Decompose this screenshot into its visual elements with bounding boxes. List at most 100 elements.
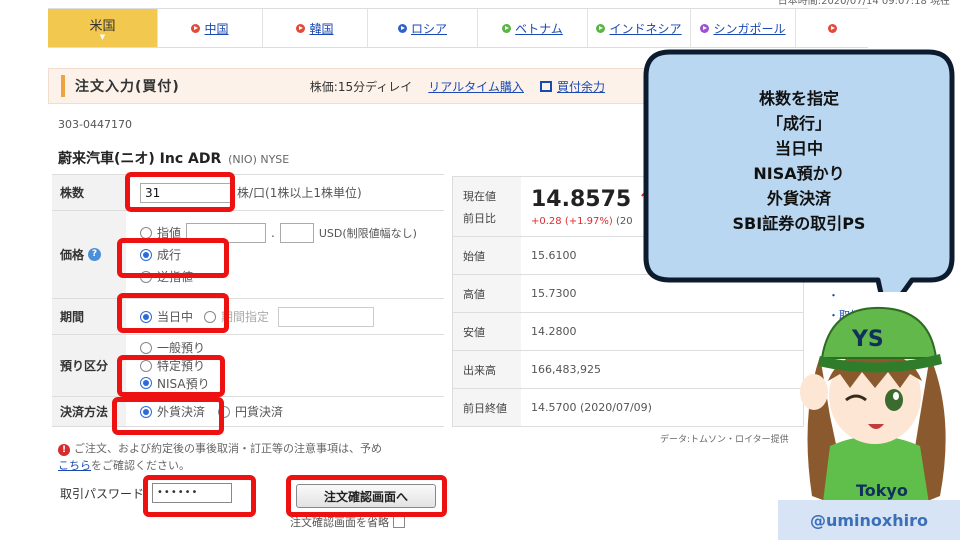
volume-value: 166,483,925 bbox=[531, 363, 601, 376]
highlight-market bbox=[117, 238, 229, 278]
price-label: 価格 bbox=[60, 248, 85, 262]
highlight-shares bbox=[125, 172, 235, 212]
bubble-line: 株数を指定 bbox=[758, 89, 839, 108]
notice-link[interactable]: こちら bbox=[58, 459, 91, 472]
stock-ticker: (NIO) NYSE bbox=[228, 153, 290, 166]
tab-link[interactable]: 中国 bbox=[204, 20, 228, 37]
settlement-row: 決済方法 外貨決済 円貨決済 bbox=[52, 397, 444, 427]
tab-russia[interactable]: ロシア bbox=[368, 9, 478, 47]
change-value: +0.28 bbox=[531, 215, 562, 227]
tab-vietnam[interactable]: ベトナム bbox=[478, 9, 588, 47]
highlight-confirm bbox=[286, 475, 447, 517]
prev-close-value: 14.5700 (2020/07/09) bbox=[531, 401, 652, 414]
arrow-bullet-icon bbox=[827, 23, 837, 33]
password-label: 取引パスワード bbox=[60, 486, 145, 501]
stock-title: 蔚来汽車(ニオ) Inc ADR bbox=[58, 151, 222, 167]
limit-price-dec-input[interactable] bbox=[279, 222, 314, 243]
mascot-illustration: Tokyo YS bbox=[790, 296, 960, 510]
bubble-line: 当日中 bbox=[774, 139, 823, 158]
author-handle: @uminoxhiro bbox=[778, 500, 960, 540]
tab-link[interactable]: インドネシア bbox=[609, 20, 681, 37]
low-label: 安値 bbox=[453, 313, 521, 350]
price-row: 価格 ? 指値 . USD(制限値幅なし) 成行 逆指値 bbox=[52, 211, 444, 299]
current-price: 14.8575 bbox=[531, 186, 632, 212]
price-unit: USD(制限値幅なし) bbox=[318, 226, 417, 240]
decimal-point: . bbox=[271, 225, 275, 240]
bubble-line: 「成行」 bbox=[766, 114, 831, 133]
bubble-line: NISA預かり bbox=[753, 164, 845, 183]
tab-more[interactable] bbox=[796, 9, 868, 47]
buying-power-link[interactable]: 買付余力 bbox=[557, 78, 605, 95]
prev-close-label: 前日終値 bbox=[453, 389, 521, 426]
data-source: データ:トムソン・ロイター提供 bbox=[660, 435, 789, 445]
tab-link[interactable]: シンガポール bbox=[713, 20, 785, 37]
low-value: 14.2800 bbox=[531, 325, 577, 338]
highlight-foreign bbox=[112, 397, 224, 435]
realtime-buy-link[interactable]: リアルタイム購入 bbox=[428, 78, 524, 95]
highlight-today bbox=[117, 293, 229, 333]
order-form: 株数 31 株/口(1株以上1株単位) 価格 ? 指値 . USD(制限値幅なし… bbox=[52, 174, 444, 427]
tab-link[interactable]: 韓国 bbox=[309, 20, 333, 37]
quote-row-prev-close: 前日終値 14.5700 (2020/07/09) bbox=[453, 389, 803, 427]
arrow-bullet-icon bbox=[700, 23, 710, 33]
radio-limit[interactable] bbox=[140, 226, 152, 239]
change-time: (20 bbox=[615, 215, 633, 227]
general-label: 一般預り bbox=[157, 341, 206, 356]
current-price-label: 現在値 bbox=[463, 189, 496, 203]
tab-link[interactable]: ロシア bbox=[411, 20, 447, 37]
speech-bubble: 株数を指定 「成行」 当日中 NISA預かり 外貨決済 SBI証券の取引PS bbox=[640, 48, 958, 292]
help-icon[interactable]: ? bbox=[88, 248, 102, 261]
tab-us[interactable]: 米国 ▼ bbox=[48, 9, 158, 47]
tab-link[interactable]: ベトナム bbox=[515, 20, 563, 37]
open-label: 始値 bbox=[453, 237, 521, 274]
price-label-cell: 価格 ? bbox=[52, 211, 126, 298]
cap-badge-text: YS bbox=[851, 327, 884, 352]
period-date-input[interactable] bbox=[278, 306, 375, 327]
order-notice: ! ご注文、および約定後の事後取消・訂正等の注意事項は、予め こちらをご確認くださ… bbox=[58, 440, 438, 474]
arrow-bullet-icon bbox=[596, 23, 606, 33]
account-label: 預り区分 bbox=[52, 335, 126, 396]
server-time: 日本時間:2020/07/14 09:07:18 現在 bbox=[777, 0, 950, 7]
bubble-text: 株数を指定 「成行」 当日中 NISA預かり 外貨決済 SBI証券の取引PS bbox=[640, 86, 958, 236]
shares-unit: 株/口(1株以上1株単位) bbox=[237, 186, 362, 200]
tab-label: 米国 bbox=[89, 19, 116, 34]
account-code: 303-0447170 bbox=[58, 118, 132, 131]
skip-confirm-checkbox[interactable] bbox=[393, 516, 405, 528]
yen-label: 円貨決済 bbox=[235, 405, 284, 419]
period-label: 期間 bbox=[52, 299, 126, 334]
delay-note: 株価:15分ディレイ bbox=[309, 79, 413, 94]
quote-row-volume: 出来高 166,483,925 bbox=[453, 351, 803, 389]
arrow-bullet-icon bbox=[502, 23, 512, 33]
arrow-bullet-icon bbox=[397, 23, 407, 33]
tab-china[interactable]: 中国 bbox=[158, 9, 263, 47]
market-tabs: 米国 ▼ 中国 韓国 ロシア ベトナム インドネシア シンガポール bbox=[48, 8, 868, 48]
caret-down-icon: ▼ bbox=[99, 33, 106, 41]
bubble-line: SBI証券の取引PS bbox=[732, 214, 866, 233]
tab-korea[interactable]: 韓国 bbox=[263, 9, 368, 47]
shares-row: 株数 31 株/口(1株以上1株単位) bbox=[52, 175, 444, 211]
account-row: 預り区分 一般預り 特定預り NISA預り bbox=[52, 335, 444, 397]
highlight-password bbox=[143, 475, 256, 517]
quote-row-low: 安値 14.2800 bbox=[453, 313, 803, 351]
window-icon bbox=[539, 80, 552, 92]
notice-text-tail: をご確認ください。 bbox=[91, 459, 190, 472]
shares-label: 株数 bbox=[52, 175, 126, 210]
volume-label: 出来高 bbox=[453, 351, 521, 388]
stock-name: 蔚来汽車(ニオ) Inc ADR (NIO) NYSE bbox=[58, 148, 289, 168]
warning-icon: ! bbox=[58, 444, 70, 456]
arrow-bullet-icon bbox=[296, 23, 306, 33]
arrow-bullet-icon bbox=[191, 23, 201, 33]
high-label: 高値 bbox=[453, 275, 521, 312]
header-accent-bar bbox=[61, 75, 65, 97]
change-percent: (+1.97%) bbox=[564, 215, 613, 227]
shirt-text: Tokyo bbox=[856, 481, 908, 500]
tab-singapore[interactable]: シンガポール bbox=[691, 9, 796, 47]
period-row: 期間 当日中 期間指定 bbox=[52, 299, 444, 335]
page-title: 注文入力(買付) bbox=[75, 79, 180, 95]
radio-general[interactable] bbox=[140, 341, 152, 354]
tab-indonesia[interactable]: インドネシア bbox=[588, 9, 691, 47]
change-label: 前日比 bbox=[463, 211, 496, 225]
bubble-line: 外貨決済 bbox=[766, 189, 831, 208]
highlight-nisa bbox=[117, 355, 225, 397]
notice-text: ご注文、および約定後の事後取消・訂正等の注意事項は、予め bbox=[74, 442, 382, 455]
